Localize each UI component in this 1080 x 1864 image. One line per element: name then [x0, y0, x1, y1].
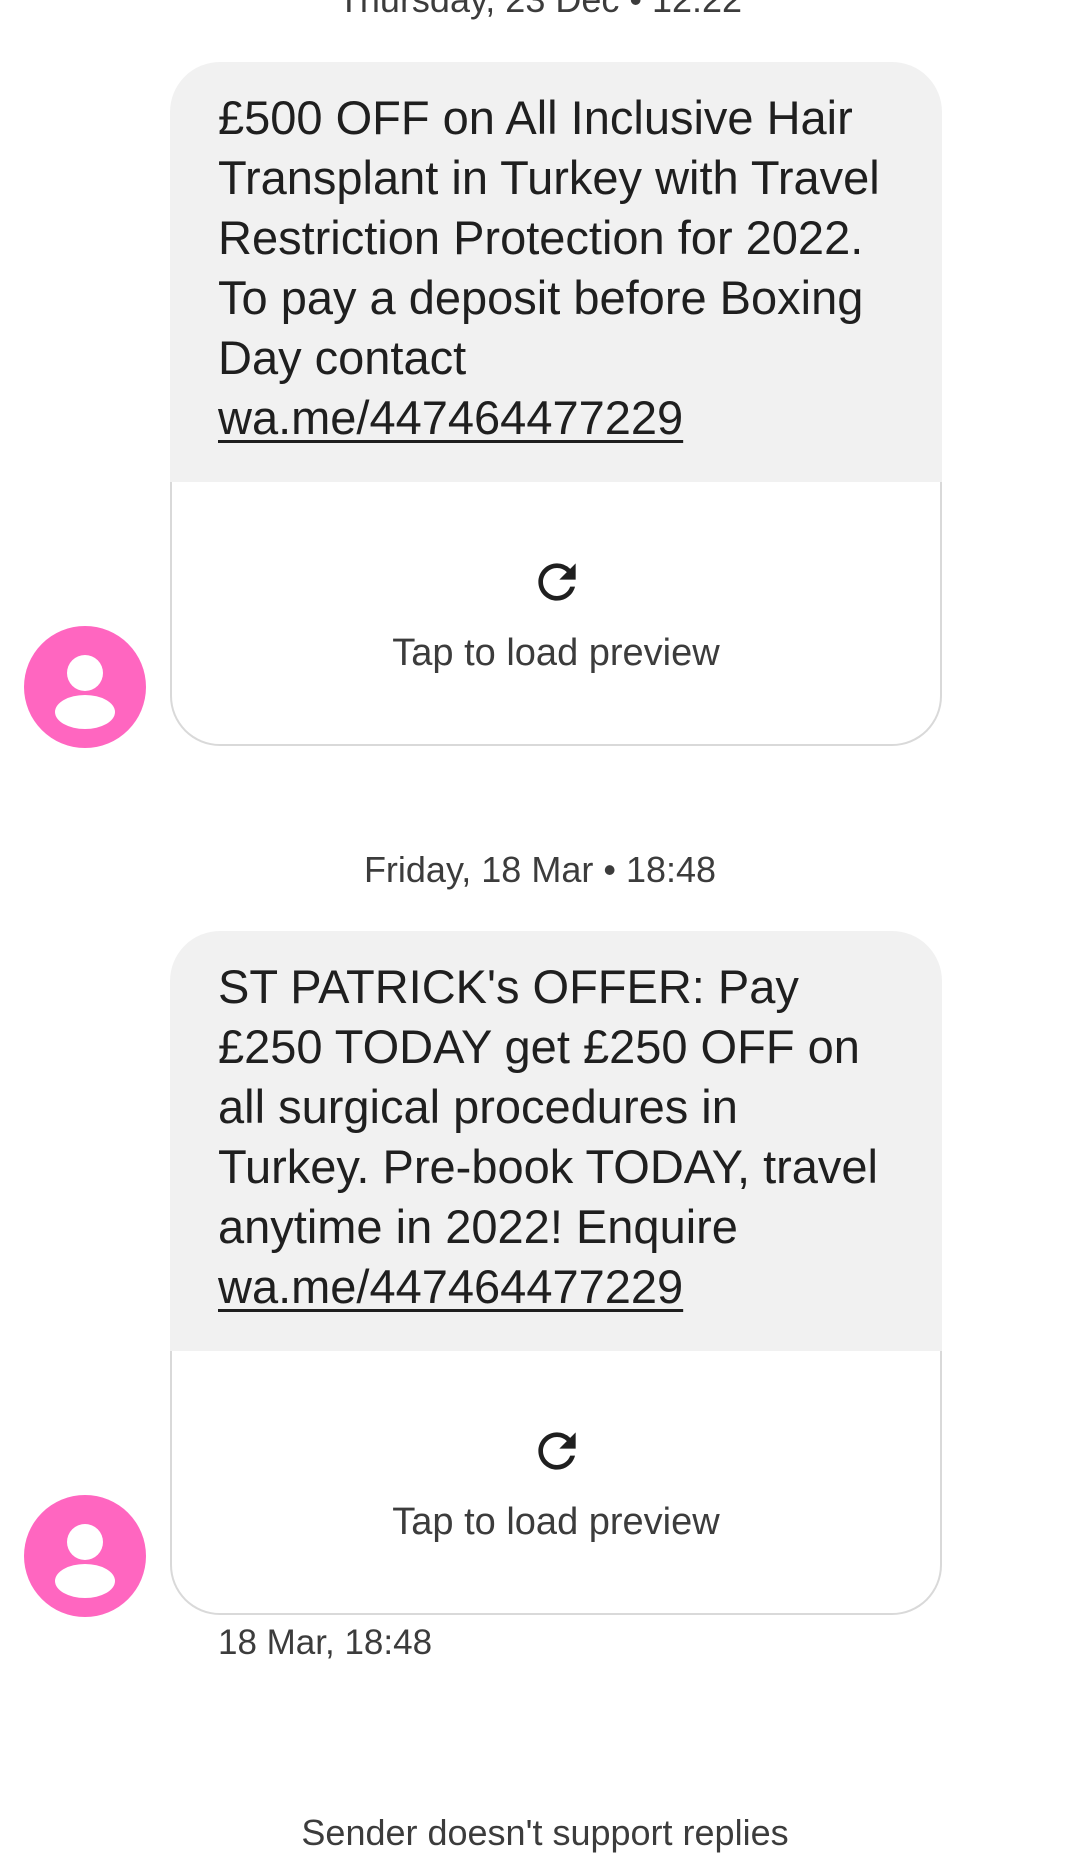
message-text: £500 OFF on All Inclusive Hair Transplan… — [170, 62, 942, 482]
message-body: £500 OFF on All Inclusive Hair Transplan… — [218, 91, 880, 384]
link-preview[interactable]: Tap to load preview — [170, 482, 942, 746]
separator-dot: • — [629, 0, 642, 22]
date-separator: Thursday, 23 Dec • 12:22 — [0, 0, 1080, 22]
message-link[interactable]: wa.me/447464477229 — [218, 1260, 683, 1313]
separator-dot: • — [603, 849, 616, 890]
date-separator-time: 18:48 — [625, 849, 717, 890]
person-icon — [55, 1524, 115, 1598]
message-bubble[interactable]: ST PATRICK's OFFER: Pay £250 TODAY get £… — [170, 931, 942, 1615]
person-icon — [55, 655, 115, 729]
date-separator: Friday, 18 Mar • 18:48 — [0, 848, 1080, 892]
load-preview-label: Tap to load preview — [392, 1501, 720, 1543]
date-separator-day: Friday, 18 Mar — [363, 849, 594, 890]
link-preview[interactable]: Tap to load preview — [170, 1351, 942, 1615]
message-text: ST PATRICK's OFFER: Pay £250 TODAY get £… — [170, 931, 942, 1351]
sender-avatar[interactable] — [24, 626, 146, 748]
sender-avatar[interactable] — [24, 1495, 146, 1617]
refresh-icon — [538, 563, 576, 601]
replies-unsupported-notice: Sender doesn't support replies — [301, 1812, 789, 1853]
load-preview-label: Tap to load preview — [392, 632, 720, 674]
date-separator-time: 12:22 — [652, 0, 742, 20]
date-separator-day: Thursday, 23 Dec — [338, 0, 619, 20]
message-body: ST PATRICK's OFFER: Pay £250 TODAY get £… — [218, 960, 878, 1253]
message-link[interactable]: wa.me/447464477229 — [218, 391, 683, 444]
refresh-icon — [538, 1432, 576, 1470]
message-timestamp: 18 Mar, 18:48 — [218, 1623, 433, 1662]
message-bubble[interactable]: £500 OFF on All Inclusive Hair Transplan… — [170, 62, 942, 746]
